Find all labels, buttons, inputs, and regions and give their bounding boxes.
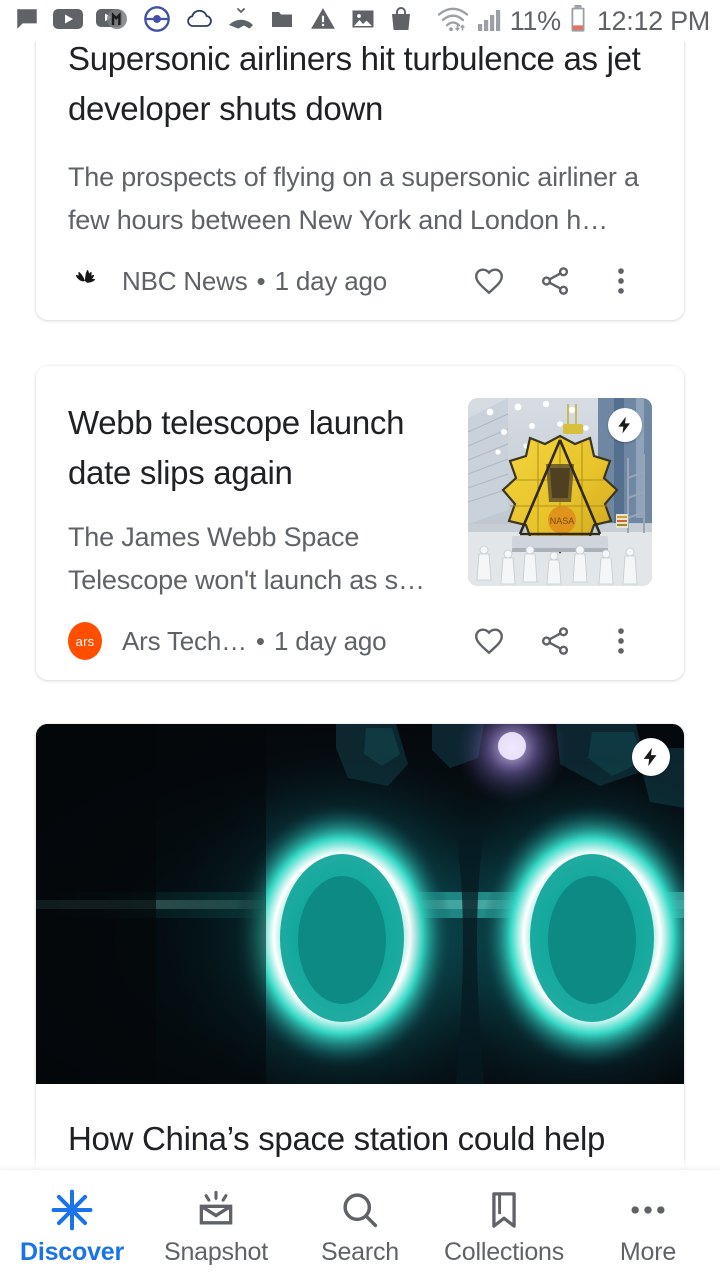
discover-feed[interactable]: Supersonic airliners hit turbulence as j… bbox=[0, 42, 720, 1170]
youtube-icon bbox=[53, 8, 83, 35]
bottom-navigation-bar: Discover Snapshot Search Collections Mor… bbox=[0, 1170, 720, 1280]
snapshot-tray-icon bbox=[194, 1184, 238, 1236]
nav-label-snapshot: Snapshot bbox=[163, 1238, 269, 1266]
amp-lightning-icon bbox=[608, 408, 642, 442]
ars-logo-text: ars bbox=[68, 622, 102, 660]
nav-item-search[interactable]: Search bbox=[288, 1170, 432, 1267]
youtube-music-icon bbox=[96, 6, 130, 37]
cellular-signal-icon bbox=[476, 6, 506, 37]
status-bar-notification-icons bbox=[14, 5, 436, 38]
wifi-icon bbox=[436, 5, 470, 38]
nav-item-collections[interactable]: Collections bbox=[432, 1170, 576, 1267]
james-webb-telescope-photo[interactable]: NASA bbox=[468, 398, 652, 586]
battery-low-icon bbox=[569, 4, 587, 39]
share-icon[interactable] bbox=[522, 248, 588, 314]
status-bar: 11% 12:12 PM bbox=[0, 0, 720, 42]
heart-icon[interactable] bbox=[456, 608, 522, 674]
folder-icon bbox=[268, 7, 296, 36]
discover-asterisk-icon bbox=[49, 1184, 95, 1236]
news-card[interactable]: Supersonic airliners hit turbulence as j… bbox=[36, 42, 684, 320]
cloud-icon bbox=[184, 7, 214, 36]
more-horizontal-icon bbox=[626, 1184, 670, 1236]
nav-label-more: More bbox=[619, 1238, 677, 1266]
nav-item-more[interactable]: More bbox=[576, 1170, 720, 1267]
clock-label: 12:12 PM bbox=[596, 5, 710, 36]
nav-label-discover: Discover bbox=[19, 1238, 124, 1266]
battery-percent-label: 11% bbox=[509, 5, 561, 36]
card-actions bbox=[456, 248, 654, 314]
missed-call-icon bbox=[227, 6, 255, 37]
card-source-separator: • bbox=[256, 265, 266, 296]
image-icon bbox=[350, 7, 376, 36]
feed-bottom-fade bbox=[0, 1156, 720, 1170]
amp-lightning-icon bbox=[632, 738, 670, 776]
nbc-peacock-logo bbox=[68, 264, 102, 298]
card-actions bbox=[456, 608, 654, 674]
nav-item-discover[interactable]: Discover bbox=[0, 1170, 144, 1267]
card-snippet: The prospects of flying on a supersonic … bbox=[68, 162, 639, 235]
ars-technica-logo: ars bbox=[68, 622, 102, 660]
status-bar-system-icons: 11% 12:12 PM bbox=[436, 4, 710, 39]
share-icon[interactable] bbox=[522, 608, 588, 674]
card-headline[interactable]: Supersonic airliners hit turbulence as j… bbox=[68, 42, 652, 134]
pokemon-go-icon bbox=[143, 5, 171, 38]
news-card[interactable]: How China’s space station could help pow… bbox=[36, 724, 684, 1170]
search-magnifier-icon bbox=[338, 1184, 382, 1236]
card-source-name[interactable]: NBC News bbox=[122, 266, 248, 297]
shopping-bag-icon bbox=[389, 6, 413, 37]
card-timestamp: 1 day ago bbox=[274, 265, 388, 296]
card-source-name[interactable]: Ars Tech… bbox=[122, 626, 247, 657]
more-vert-icon[interactable] bbox=[588, 248, 654, 314]
svg-text:NASA: NASA bbox=[550, 516, 575, 526]
card-snippet: The James Webb Space Telescope won't lau… bbox=[68, 522, 425, 595]
news-card[interactable]: Webb telescope launch date slips again T… bbox=[36, 366, 684, 680]
more-vert-icon[interactable] bbox=[588, 608, 654, 674]
nav-label-search: Search bbox=[320, 1238, 399, 1266]
card-source-separator: • bbox=[255, 625, 265, 656]
card-headline[interactable]: Webb telescope launch date slips again bbox=[68, 398, 448, 498]
collections-bookmark-icon bbox=[482, 1184, 526, 1236]
card-timestamp: 1 day ago bbox=[273, 625, 387, 656]
ion-thruster-glowing-rings-photo[interactable] bbox=[36, 724, 684, 1084]
messages-icon bbox=[14, 6, 40, 37]
nav-item-snapshot[interactable]: Snapshot bbox=[144, 1170, 288, 1267]
heart-icon[interactable] bbox=[456, 248, 522, 314]
warning-icon bbox=[309, 6, 337, 37]
nav-label-collections: Collections bbox=[443, 1238, 565, 1266]
card-source-row: ars Ars Tech… • 1 day ago bbox=[36, 602, 684, 680]
card-source-row: NBC News • 1 day ago bbox=[36, 242, 684, 320]
